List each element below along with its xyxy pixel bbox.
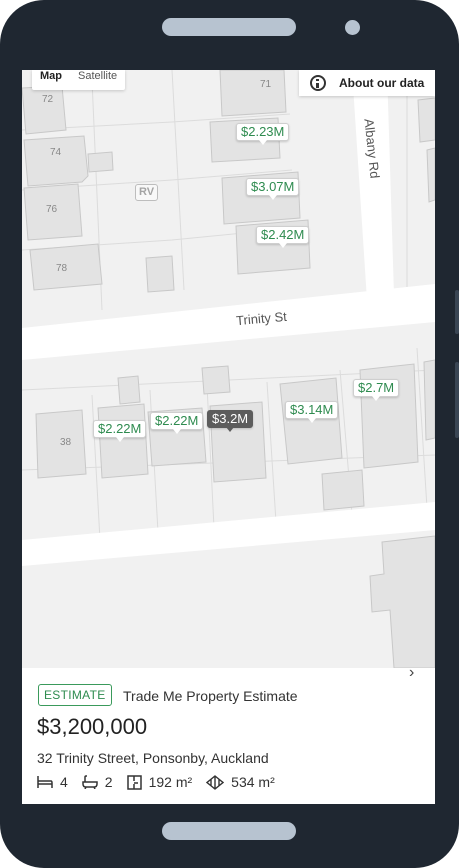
map-view[interactable]: 72 71 74 76 78 38 Trinity St Albany Rd R… bbox=[22, 70, 435, 668]
bathrooms-count: 2 bbox=[104, 774, 113, 790]
land-area-value: 534 m² bbox=[231, 774, 275, 790]
lot-number: 74 bbox=[50, 147, 62, 158]
front-camera bbox=[345, 20, 360, 35]
bath-icon bbox=[82, 775, 98, 789]
land-area-icon bbox=[206, 774, 225, 790]
floor-area-value: 192 m² bbox=[148, 774, 193, 790]
map-type-toggle: Map Satellite bbox=[32, 70, 126, 90]
about-data-label: About our data bbox=[339, 76, 425, 90]
speaker-grille bbox=[162, 18, 296, 36]
price-pin[interactable]: $2.23M bbox=[236, 123, 290, 145]
bed-icon bbox=[37, 776, 53, 788]
rv-marker[interactable]: RV bbox=[135, 184, 159, 201]
price-pin[interactable]: $3.14M bbox=[285, 401, 339, 423]
lot-number: 76 bbox=[46, 204, 58, 215]
estimate-title: Trade Me Property Estimate bbox=[123, 688, 298, 704]
property-address: 32 Trinity Street, Ponsonby, Auckland bbox=[37, 750, 269, 766]
price-pin-selected[interactable]: $3.2M bbox=[207, 410, 254, 432]
tab-map[interactable]: Map bbox=[32, 70, 70, 90]
floor-area-feature: 192 m² bbox=[126, 774, 193, 790]
lot-number: 38 bbox=[60, 437, 72, 448]
phone-frame: 72 71 74 76 78 38 Trinity St Albany Rd R… bbox=[0, 0, 459, 868]
chevron-right-icon[interactable]: › bbox=[409, 664, 414, 682]
tab-satellite[interactable]: Satellite bbox=[70, 70, 125, 90]
power-button bbox=[455, 362, 459, 438]
price-pin[interactable]: $2.7M bbox=[353, 379, 400, 401]
price-pin[interactable]: $2.22M bbox=[150, 412, 204, 434]
bedrooms-feature: 4 bbox=[37, 774, 68, 790]
price-pin[interactable]: $2.42M bbox=[256, 226, 310, 248]
app-screen: 72 71 74 76 78 38 Trinity St Albany Rd R… bbox=[22, 70, 435, 804]
estimate-badge: ESTIMATE bbox=[38, 684, 112, 706]
lot-number: 78 bbox=[56, 263, 68, 274]
property-features: 4 2 192 m² 534 m² bbox=[37, 774, 289, 790]
property-estimate-card[interactable]: ESTIMATE Trade Me Property Estimate $3,2… bbox=[22, 668, 435, 804]
home-button[interactable] bbox=[162, 822, 296, 840]
lot-number: 72 bbox=[42, 94, 54, 105]
land-area-feature: 534 m² bbox=[206, 774, 275, 790]
lot-number: 71 bbox=[260, 79, 272, 90]
bedrooms-count: 4 bbox=[60, 774, 68, 790]
price-pin[interactable]: $3.07M bbox=[246, 178, 300, 200]
bathrooms-feature: 2 bbox=[82, 774, 113, 790]
price-pin[interactable]: $2.22M bbox=[93, 420, 147, 442]
volume-button bbox=[455, 290, 459, 334]
floor-plan-icon bbox=[126, 774, 142, 790]
about-data-button[interactable]: About our data bbox=[299, 70, 435, 96]
estimate-price: $3,200,000 bbox=[37, 714, 148, 739]
info-icon bbox=[310, 75, 326, 91]
